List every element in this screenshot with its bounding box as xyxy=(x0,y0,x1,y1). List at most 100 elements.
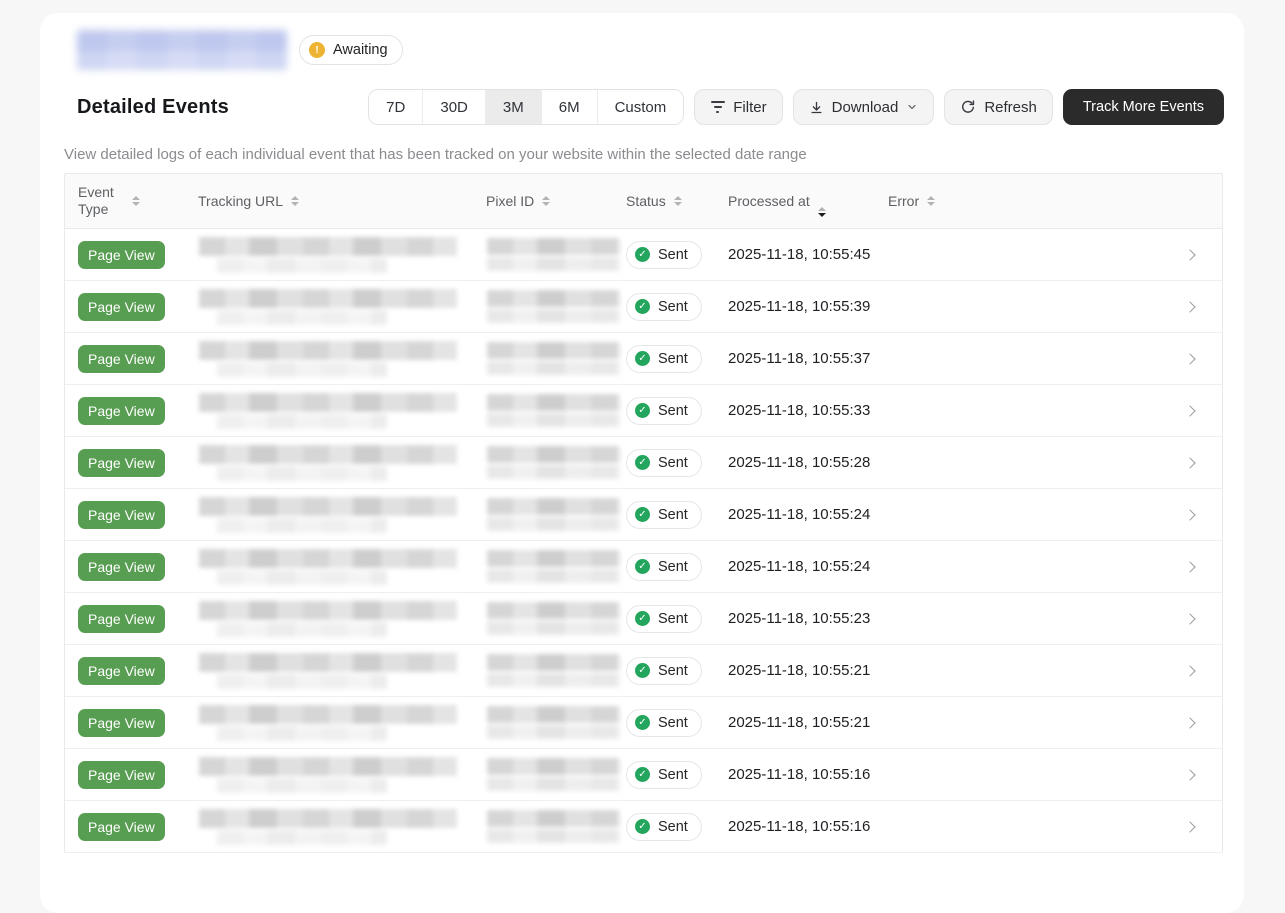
redacted-tracking-url-line2 xyxy=(217,465,387,481)
status-cell: ✓ Sent xyxy=(613,760,715,789)
processed-at-value: 2025-11-18, 10:55:39 xyxy=(728,298,871,315)
tracking-url-cell xyxy=(185,652,473,689)
sort-icon[interactable] xyxy=(291,196,300,206)
event-type-cell: Page View xyxy=(65,812,185,841)
column-label: Event Type xyxy=(78,184,114,217)
range-button-3m[interactable]: 3M xyxy=(485,90,542,124)
table-row[interactable]: Page View ✓ Sent 2025-11-18, 10:55:28 xyxy=(65,437,1222,489)
row-actions-cell xyxy=(1001,404,1222,417)
column-header-event-type: Event Type xyxy=(65,174,185,228)
filter-button[interactable]: Filter xyxy=(694,89,783,125)
sort-icon[interactable] xyxy=(927,196,936,206)
filter-icon xyxy=(710,101,725,113)
redacted-tracking-url-line2 xyxy=(217,569,387,585)
table-row[interactable]: Page View ✓ Sent 2025-11-18, 10:55:39 xyxy=(65,281,1222,333)
table-header-row: Event Type Tracking URL Pixel ID Status Proc… xyxy=(65,174,1222,229)
sort-icon[interactable] xyxy=(673,196,682,206)
redacted-pixel-id-line2 xyxy=(487,361,620,375)
tracking-url-cell xyxy=(185,704,473,741)
chevron-right-icon[interactable] xyxy=(1184,768,1196,781)
range-button-custom[interactable]: Custom xyxy=(597,90,684,124)
table-row[interactable]: Page View ✓ Sent 2025-11-18, 10:55:23 xyxy=(65,593,1222,645)
chevron-right-icon[interactable] xyxy=(1184,352,1196,365)
redacted-pixel-id xyxy=(487,550,620,567)
table-row[interactable]: Page View ✓ Sent 2025-11-18, 10:55:37 xyxy=(65,333,1222,385)
status-cell: ✓ Sent xyxy=(613,396,715,425)
status-label: Sent xyxy=(658,298,688,315)
refresh-button[interactable]: Refresh xyxy=(944,89,1053,125)
table-row[interactable]: Page View ✓ Sent 2025-11-18, 10:55:24 xyxy=(65,541,1222,593)
event-type-badge: Page View xyxy=(78,760,165,789)
redacted-pixel-id xyxy=(487,758,620,775)
row-actions-cell xyxy=(1001,352,1222,365)
status-cell: ✓ Sent xyxy=(613,500,715,529)
column-label: Status xyxy=(626,192,666,209)
chevron-right-icon[interactable] xyxy=(1184,716,1196,729)
table-row[interactable]: Page View ✓ Sent 2025-11-18, 10:55:21 xyxy=(65,697,1222,749)
chevron-right-icon[interactable] xyxy=(1184,404,1196,417)
check-circle-icon: ✓ xyxy=(635,819,650,834)
redacted-pixel-id xyxy=(487,498,620,515)
tracking-url-cell xyxy=(185,808,473,845)
status-badge: ! Awaiting xyxy=(299,35,403,65)
sort-icon[interactable] xyxy=(132,196,140,206)
redacted-tracking-url xyxy=(199,236,457,256)
status-pill: ✓ Sent xyxy=(626,448,702,477)
status-pill: ✓ Sent xyxy=(626,760,702,789)
processed-at-cell: 2025-11-18, 10:55:21 xyxy=(715,662,875,679)
table-row[interactable]: Page View ✓ Sent 2025-11-18, 10:55:16 xyxy=(65,801,1222,853)
sort-icon[interactable] xyxy=(817,206,826,217)
chevron-right-icon[interactable] xyxy=(1184,456,1196,469)
processed-at-value: 2025-11-18, 10:55:23 xyxy=(728,610,871,627)
event-type-badge: Page View xyxy=(78,448,165,477)
redacted-pixel-id-line2 xyxy=(487,777,620,791)
redacted-tracking-url xyxy=(199,756,457,776)
processed-at-value: 2025-11-18, 10:55:37 xyxy=(728,350,871,367)
event-type-badge: Page View xyxy=(78,812,165,841)
event-type-cell: Page View xyxy=(65,500,185,529)
check-circle-icon: ✓ xyxy=(635,611,650,626)
status-pill: ✓ Sent xyxy=(626,812,702,841)
processed-at-value: 2025-11-18, 10:55:24 xyxy=(728,506,871,523)
download-button[interactable]: Download xyxy=(792,89,935,125)
redacted-pixel-id-line2 xyxy=(487,309,620,323)
table-row[interactable]: Page View ✓ Sent 2025-11-18, 10:55:45 xyxy=(65,229,1222,281)
table-row[interactable]: Page View ✓ Sent 2025-11-18, 10:55:24 xyxy=(65,489,1222,541)
status-pill: ✓ Sent xyxy=(626,344,702,373)
pixel-id-cell xyxy=(473,498,620,531)
check-circle-icon: ✓ xyxy=(635,403,650,418)
table-body: Page View ✓ Sent 2025-11-18, 10:55:45 Page V… xyxy=(65,229,1222,853)
tracking-url-cell xyxy=(185,756,473,793)
range-button-7d[interactable]: 7D xyxy=(369,90,424,124)
chevron-right-icon[interactable] xyxy=(1184,612,1196,625)
download-button-label: Download xyxy=(831,98,899,116)
tracking-url-cell xyxy=(185,496,473,533)
table-row[interactable]: Page View ✓ Sent 2025-11-18, 10:55:33 xyxy=(65,385,1222,437)
redacted-pixel-id-line2 xyxy=(487,517,620,531)
processed-at-value: 2025-11-18, 10:55:16 xyxy=(728,766,871,783)
chevron-right-icon[interactable] xyxy=(1184,508,1196,521)
track-more-events-button[interactable]: Track More Events xyxy=(1062,89,1224,125)
range-button-6m[interactable]: 6M xyxy=(541,90,598,124)
sort-icon[interactable] xyxy=(542,196,551,206)
chevron-right-icon[interactable] xyxy=(1184,664,1196,677)
site-header: ! Awaiting xyxy=(77,30,1224,70)
redacted-tracking-url xyxy=(199,444,457,464)
table-row[interactable]: Page View ✓ Sent 2025-11-18, 10:55:16 xyxy=(65,749,1222,801)
column-label: Processed at xyxy=(728,192,810,209)
chevron-right-icon[interactable] xyxy=(1184,248,1196,261)
column-header-status: Status xyxy=(613,174,715,228)
table-row[interactable]: Page View ✓ Sent 2025-11-18, 10:55:21 xyxy=(65,645,1222,697)
pixel-id-cell xyxy=(473,394,620,427)
chevron-right-icon[interactable] xyxy=(1184,820,1196,833)
chevron-right-icon[interactable] xyxy=(1184,300,1196,313)
redacted-pixel-id xyxy=(487,810,620,827)
download-icon xyxy=(811,101,822,113)
range-button-30d[interactable]: 30D xyxy=(423,90,486,124)
redacted-pixel-id xyxy=(487,654,620,671)
column-label: Tracking URL xyxy=(198,192,284,209)
redacted-pixel-id-line2 xyxy=(487,673,620,687)
refresh-button-label: Refresh xyxy=(984,98,1037,116)
chevron-right-icon[interactable] xyxy=(1184,560,1196,573)
event-type-cell: Page View xyxy=(65,292,185,321)
